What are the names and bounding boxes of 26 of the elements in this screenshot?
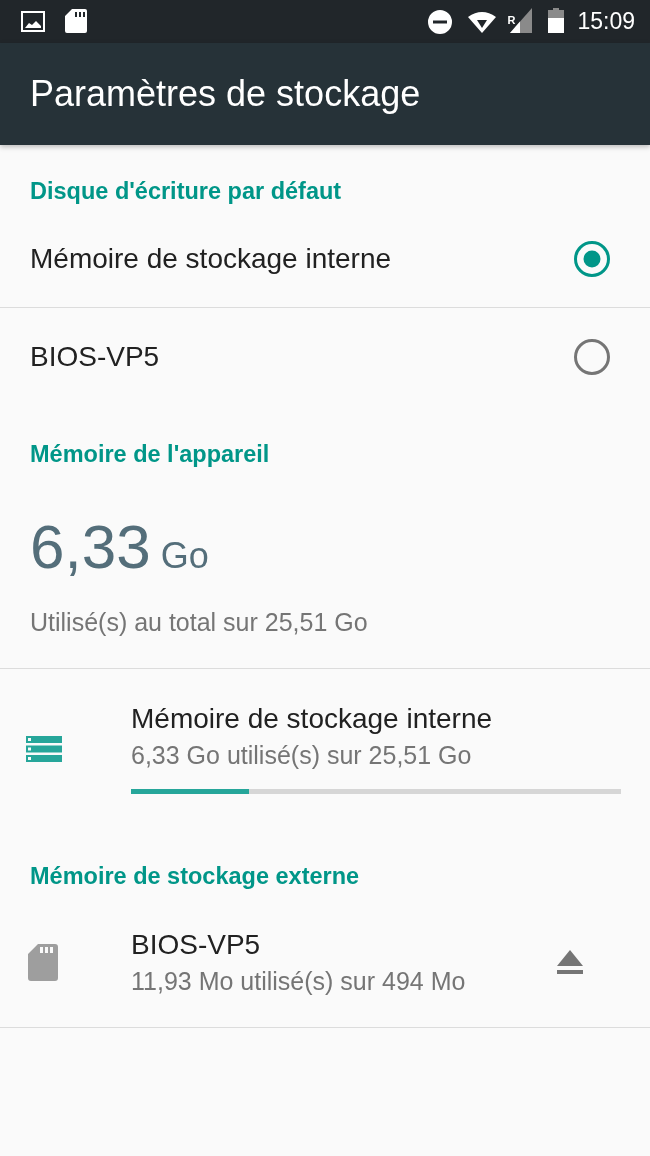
radio-button[interactable] — [574, 339, 610, 375]
screen-title: Paramètres de stockage — [30, 73, 421, 115]
used-unit: Go — [160, 535, 209, 576]
option-label[interactable]: BIOS-VP5 — [30, 341, 160, 373]
volume-name[interactable]: Mémoire de stockage interne — [131, 703, 493, 735]
image-icon — [21, 11, 45, 32]
section-header: Mémoire de stockage externe — [30, 862, 360, 890]
signal-icon — [510, 7, 533, 33]
volume-name[interactable]: BIOS-VP5 — [131, 929, 261, 961]
option-label[interactable]: Mémoire de stockage interne — [30, 243, 392, 275]
sd-card-icon — [65, 8, 87, 33]
clock-time: 15:09 — [577, 8, 635, 35]
volume-summary: 6,33 Go utilisé(s) sur 25,51 Go — [131, 741, 472, 769]
radio-button[interactable] — [574, 241, 610, 277]
sd-card-icon — [28, 943, 58, 981]
usage-caption: Utilisé(s) au total sur 25,51 Go — [30, 608, 368, 636]
used-amount: 6,33 — [30, 512, 151, 581]
eject-icon[interactable] — [557, 949, 583, 975]
volume-summary: 11,93 Mo utilisé(s) sur 494 Mo — [131, 967, 466, 995]
section-header: Disque d'écriture par défaut — [30, 177, 342, 205]
roaming-indicator: R — [507, 13, 516, 26]
do-not-disturb-icon — [428, 9, 453, 34]
wifi-icon — [468, 10, 497, 33]
storage-icon — [26, 735, 62, 762]
battery-icon — [548, 7, 565, 33]
section-header: Mémoire de l'appareil — [30, 440, 270, 468]
